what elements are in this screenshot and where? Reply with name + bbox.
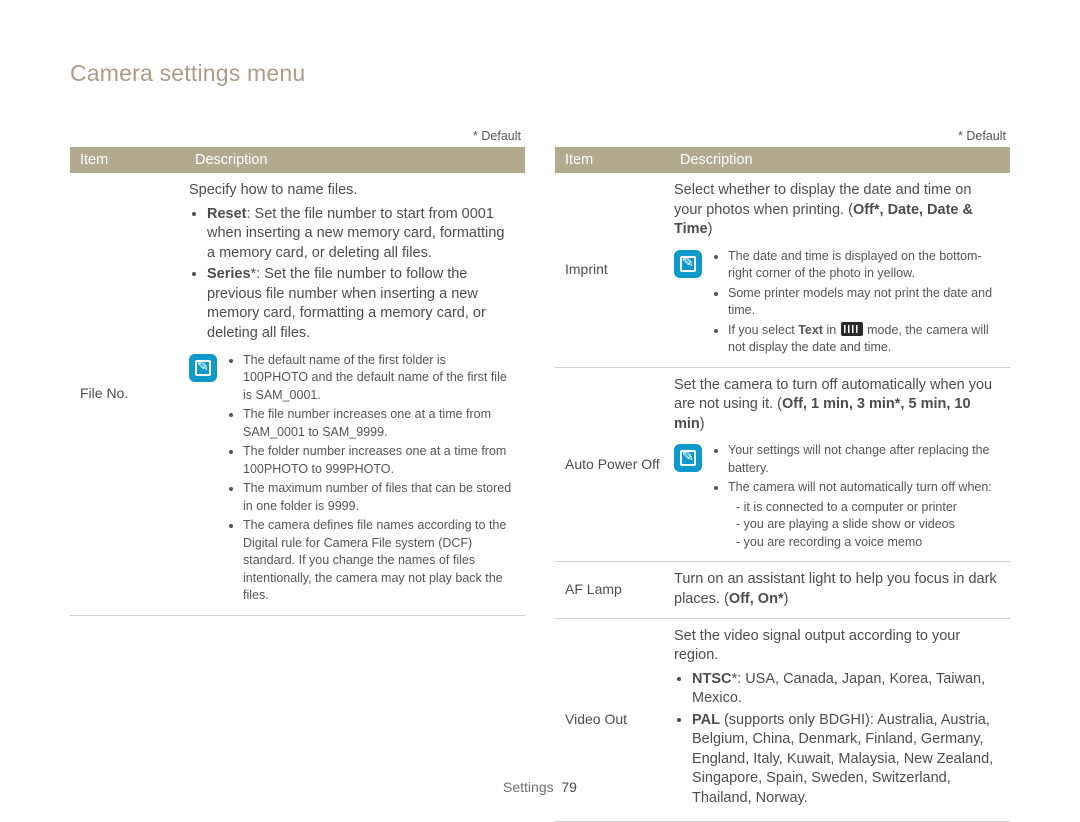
item-label-auto-power-off: Auto Power Off	[555, 367, 670, 562]
note-item: Your settings will not change after repl…	[728, 442, 998, 477]
col-header-description: Description	[670, 147, 1010, 173]
note-icon	[189, 354, 217, 382]
item-label-imprint: Imprint	[555, 173, 670, 367]
col-header-item: Item	[555, 147, 670, 173]
note-item: Some printer models may not print the da…	[728, 285, 998, 320]
footer: Settings 79	[0, 779, 1080, 795]
note-list: The date and time is displayed on the bo…	[712, 248, 998, 359]
sub-item: you are recording a voice memo	[736, 534, 998, 552]
note-list: Your settings will not change after repl…	[712, 442, 998, 553]
desc-auto-power-off: Set the camera to turn off automatically…	[670, 367, 1010, 562]
right-table: Item Description Imprint Select whether …	[555, 147, 1010, 822]
item-label-af-lamp: AF Lamp	[555, 562, 670, 618]
mode-icon	[841, 322, 863, 336]
page: Camera settings menu * Default Item Desc…	[0, 0, 1080, 815]
note-list: The default name of the first folder is …	[227, 352, 513, 607]
intro-text: Specify how to name files.	[189, 181, 513, 201]
intro-text: Turn on an assistant light to help you f…	[674, 571, 997, 607]
columns: * Default Item Description File No. Spec…	[70, 129, 1010, 822]
note-box: Your settings will not change after repl…	[674, 442, 998, 553]
item-label-file-no: File No.	[70, 173, 185, 615]
bullet-series: Series*: Set the file number to follow t…	[207, 265, 513, 343]
note-item: The date and time is displayed on the bo…	[728, 248, 998, 283]
note-item: The maximum number of files that can be …	[243, 480, 513, 515]
bullet-reset: Reset: Set the file number to start from…	[207, 205, 513, 264]
intro-text: )	[700, 416, 705, 432]
bullet-ntsc: NTSC*: USA, Canada, Japan, Korea, Taiwan…	[692, 670, 998, 709]
bullet-list: Reset: Set the file number to start from…	[189, 205, 513, 344]
intro-text: Set the video signal output according to…	[674, 627, 998, 666]
col-header-description: Description	[185, 147, 525, 173]
desc-imprint: Select whether to display the date and t…	[670, 173, 1010, 367]
intro-text: )	[708, 221, 713, 237]
left-table: Item Description File No. Specify how to…	[70, 147, 525, 616]
row-auto-power-off: Auto Power Off Set the camera to turn of…	[555, 367, 1010, 562]
note-item: The file number increases one at a time …	[243, 406, 513, 441]
sub-item: you are playing a slide show or videos	[736, 516, 998, 534]
footer-page: 79	[561, 779, 577, 795]
default-note-left: * Default	[70, 129, 525, 143]
note-item: The camera defines file names according …	[243, 517, 513, 605]
col-header-item: Item	[70, 147, 185, 173]
row-af-lamp: AF Lamp Turn on an assistant light to he…	[555, 562, 1010, 618]
row-imprint: Imprint Select whether to display the da…	[555, 173, 1010, 367]
note-box: The date and time is displayed on the bo…	[674, 248, 998, 359]
note-item: If you select Text in mode, the camera w…	[728, 322, 998, 357]
options-text: Off, On*	[729, 591, 784, 607]
note-item: The folder number increases one at a tim…	[243, 443, 513, 478]
note-icon	[674, 250, 702, 278]
intro-text: )	[784, 591, 789, 607]
right-column: * Default Item Description Imprint Selec…	[555, 129, 1010, 822]
left-column: * Default Item Description File No. Spec…	[70, 129, 525, 822]
note-box: The default name of the first folder is …	[189, 352, 513, 607]
row-file-no: File No. Specify how to name files. Rese…	[70, 173, 525, 615]
footer-section: Settings	[503, 779, 554, 795]
sub-list: it is connected to a computer or printer…	[728, 499, 998, 552]
note-icon	[674, 444, 702, 472]
note-item: The default name of the first folder is …	[243, 352, 513, 405]
note-item: The camera will not automatically turn o…	[728, 479, 998, 551]
desc-af-lamp: Turn on an assistant light to help you f…	[670, 562, 1010, 618]
sub-item: it is connected to a computer or printer	[736, 499, 998, 517]
default-note-right: * Default	[555, 129, 1010, 143]
desc-file-no: Specify how to name files. Reset: Set th…	[185, 173, 525, 615]
page-title: Camera settings menu	[70, 60, 1010, 87]
